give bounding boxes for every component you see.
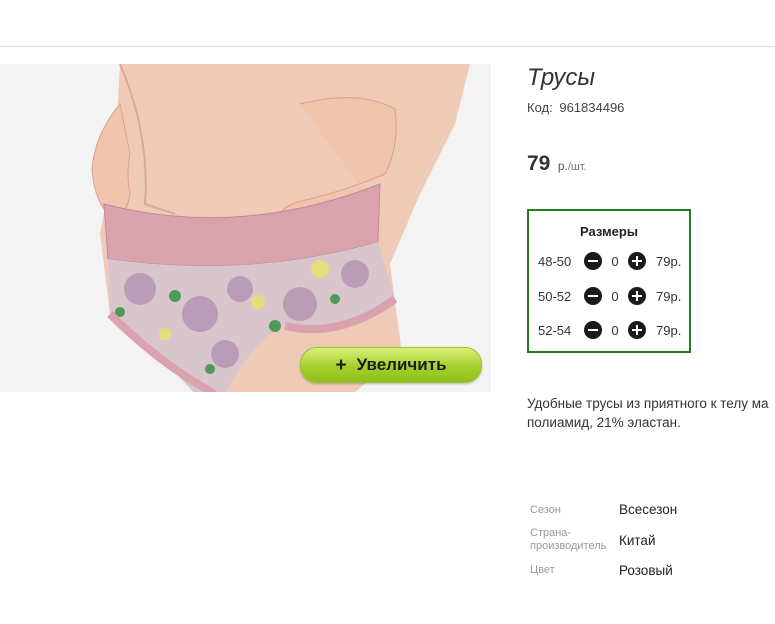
increase-quantity-icon[interactable]: [628, 287, 646, 305]
price-value: 79: [527, 152, 551, 175]
size-price: 79р.: [656, 322, 682, 338]
zoom-button[interactable]: + Увеличить: [300, 347, 482, 383]
property-key: Сезон: [530, 504, 561, 516]
header-divider: [0, 46, 775, 47]
size-quantity: 0: [611, 322, 619, 338]
product-price: 79 р./шт.: [527, 152, 587, 176]
plus-icon: +: [335, 354, 347, 376]
property-value: Розовый: [619, 563, 673, 578]
decrease-quantity-icon[interactable]: [584, 287, 602, 305]
size-label: 48-50: [538, 253, 572, 269]
sku-label: Код:: [527, 100, 553, 115]
product-sku: Код: 961834496: [527, 100, 624, 115]
size-price: 79р.: [656, 288, 682, 304]
property-value: Китай: [619, 533, 656, 548]
decrease-quantity-icon[interactable]: [584, 321, 602, 339]
description-line: Удобные трусы из приятного к телу ма: [527, 396, 769, 411]
product-photo-illustration: [0, 64, 491, 392]
price-unit: р.: [557, 159, 568, 173]
size-label: 50-52: [538, 288, 572, 304]
size-quantity: 0: [611, 288, 619, 304]
size-selector: Размеры 48-50 0 79р. 50-52 0 79р. 52-54 …: [527, 209, 691, 353]
sku-value: 961834496: [559, 100, 625, 115]
size-row: 52-54 0 79р.: [538, 320, 681, 340]
sizes-header: Размеры: [580, 224, 638, 239]
size-label: 52-54: [538, 322, 572, 338]
size-row: 48-50 0 79р.: [538, 251, 681, 271]
price-currency: р./шт.: [558, 159, 587, 173]
decrease-quantity-icon[interactable]: [584, 252, 602, 270]
price-per: /шт.: [567, 161, 587, 173]
size-row: 50-52 0 79р.: [538, 286, 681, 306]
zoom-button-label: Увеличить: [356, 355, 447, 374]
size-quantity: 0: [611, 253, 619, 269]
property-key: Страна-производитель: [530, 527, 607, 552]
description-line: полиамид, 21% эластан.: [527, 415, 681, 430]
increase-quantity-icon[interactable]: [628, 321, 646, 339]
increase-quantity-icon[interactable]: [628, 252, 646, 270]
product-image[interactable]: + Увеличить: [0, 64, 491, 392]
product-title: Трусы: [527, 64, 596, 91]
property-value: Всесезон: [619, 502, 678, 517]
product-description: Удобные трусы из приятного к телу ма пол…: [527, 394, 775, 432]
property-key: Цвет: [530, 564, 555, 576]
size-price: 79р.: [656, 253, 682, 269]
